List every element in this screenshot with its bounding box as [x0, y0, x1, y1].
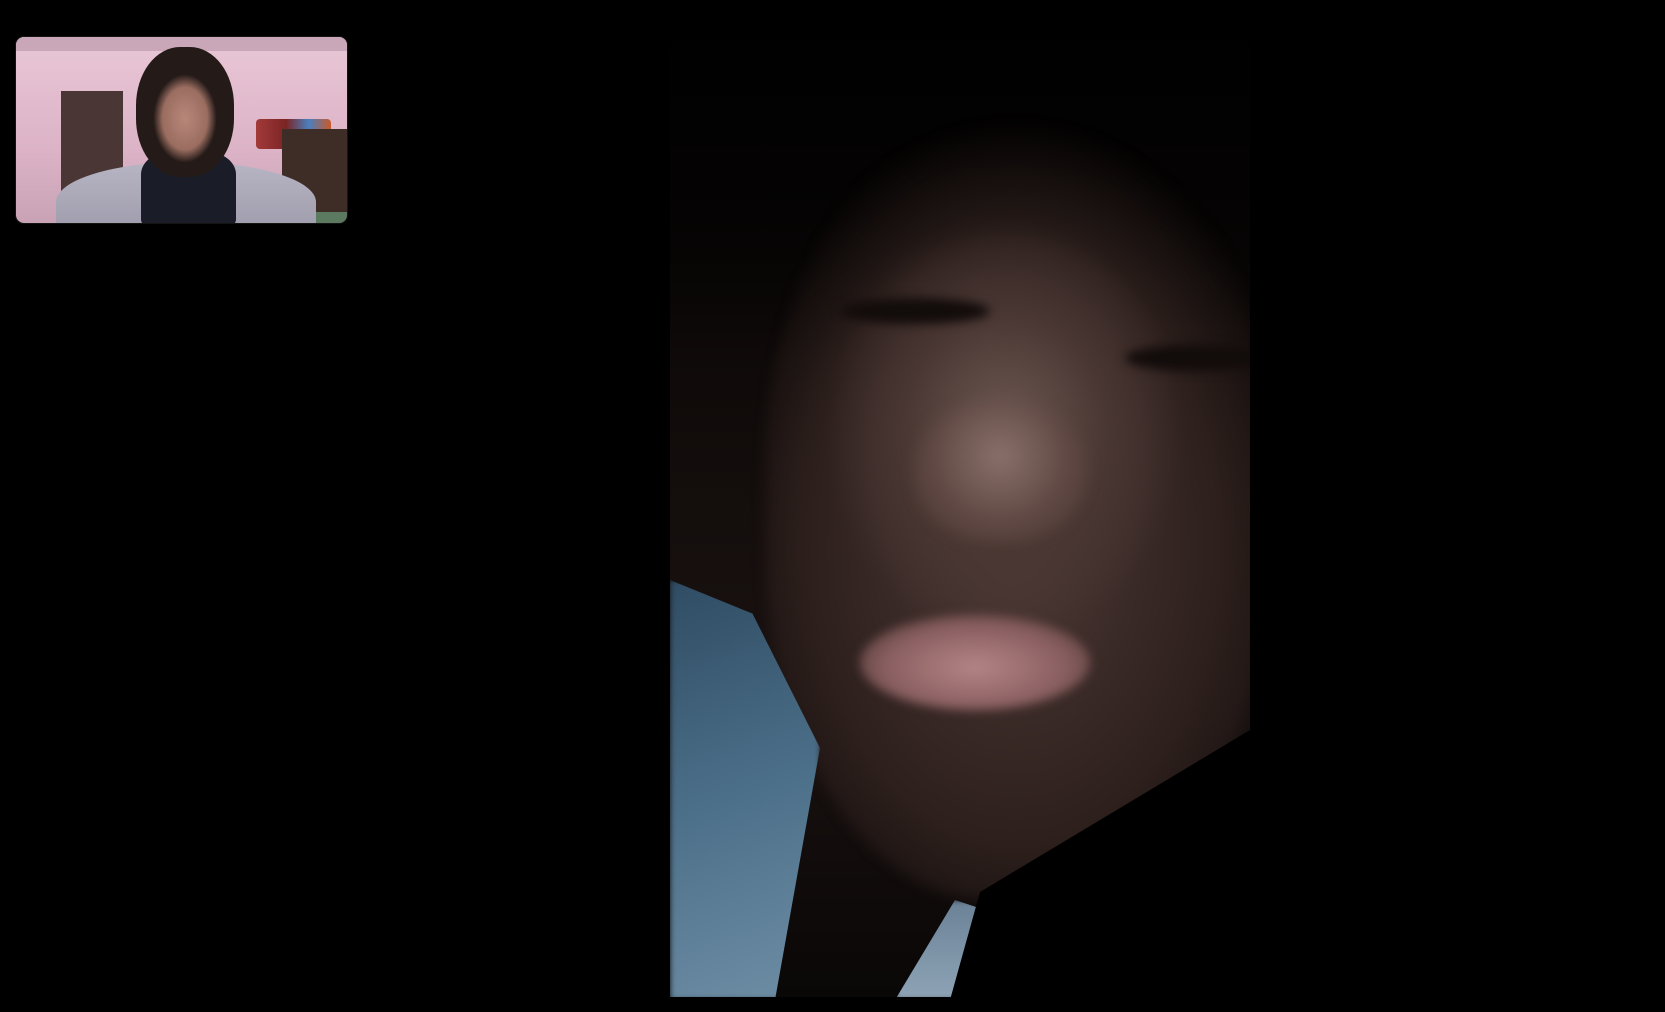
self-view-person-head: [136, 47, 234, 177]
remote-video-lips: [860, 615, 1090, 710]
remote-video-eye: [840, 298, 990, 324]
self-view-video[interactable]: [16, 37, 347, 223]
remote-video-feed: [670, 0, 1250, 997]
video-call-window: [0, 0, 1665, 1012]
remote-video-nose: [915, 400, 1085, 540]
